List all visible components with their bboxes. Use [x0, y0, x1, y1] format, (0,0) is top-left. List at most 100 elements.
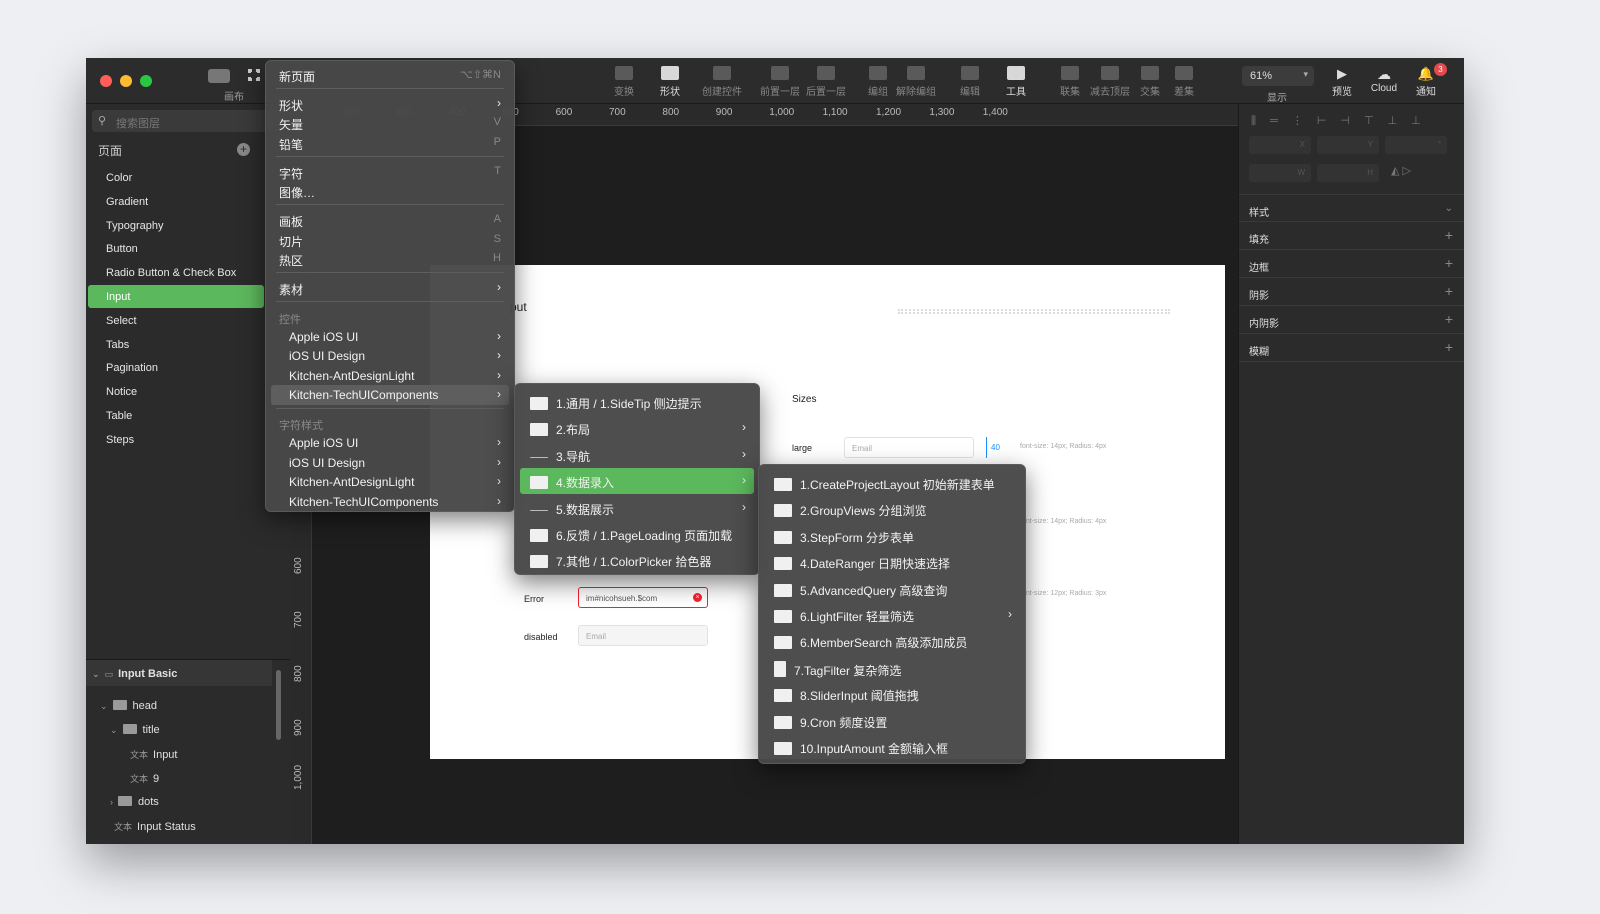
canvas-icon[interactable]	[208, 69, 230, 83]
align-toolbar[interactable]: ⫼═⋮⊢⊣⊤⊥⊥	[1251, 114, 1451, 128]
submenu-item[interactable]: 3.导航 ›	[520, 442, 754, 468]
error-label: Error	[524, 594, 544, 604]
tool-ungroup[interactable]: 解除编组	[894, 66, 938, 98]
submenu-item[interactable]: 2.布局 ›	[520, 415, 754, 441]
add-inner-shadow-icon[interactable]: +	[1445, 311, 1453, 327]
layer-text-input[interactable]: 文本 Input	[130, 748, 177, 761]
submenu-item[interactable]: 8.SliderInput 阈值拖拽	[764, 681, 1020, 707]
page-item[interactable]: Table	[88, 404, 264, 427]
tool-difference[interactable]: 差集	[1162, 66, 1206, 98]
artboard-layer[interactable]: ⌄ ▭ Input Basic	[92, 668, 177, 680]
cloud-button[interactable]: ☁ Cloud	[1362, 66, 1406, 94]
menu-control-apple-ios[interactable]: Apple iOS UI ›	[271, 327, 509, 347]
close-window-button[interactable]	[100, 75, 112, 87]
submenu-item[interactable]: 2.GroupViews 分组浏览	[764, 496, 1020, 522]
large-email-input[interactable]: Email	[844, 437, 974, 458]
submenu-item[interactable]: 5.AdvancedQuery 高级查询	[764, 576, 1020, 602]
page-item[interactable]: Typography	[88, 214, 264, 237]
layer-text-9[interactable]: 文本 9	[130, 772, 159, 785]
tool-union[interactable]: 联集	[1048, 66, 1092, 98]
add-page-icon[interactable]: +	[237, 143, 250, 156]
page-item[interactable]: Gradient	[88, 190, 264, 213]
page-item[interactable]: Notice	[88, 380, 264, 403]
blur-section[interactable]: 模糊 +	[1239, 334, 1464, 362]
layer-title[interactable]: ⌄ title	[110, 724, 160, 736]
tool-create-control[interactable]: 创建控件	[700, 66, 744, 98]
minimize-window-button[interactable]	[120, 75, 132, 87]
page-item[interactable]: Pagination	[88, 356, 264, 379]
submenu-item[interactable]: 6.反馈 / 1.PageLoading 页面加载	[520, 521, 754, 547]
tool-tools[interactable]: 工具	[994, 66, 1038, 98]
page-item[interactable]: Input	[88, 285, 264, 308]
fill-section[interactable]: 填充 +	[1239, 222, 1464, 250]
error-clear-icon[interactable]: ×	[693, 593, 702, 602]
layer-search-input[interactable]: 搜索图层	[92, 110, 280, 132]
border-section[interactable]: 边框 +	[1239, 250, 1464, 278]
h-field[interactable]: H	[1317, 164, 1379, 182]
add-fill-icon[interactable]: +	[1445, 227, 1453, 243]
menu-style-techui[interactable]: Kitchen-TechUIComponents ›	[271, 492, 509, 512]
submenu-item[interactable]: 1.通用 / 1.SideTip 侧边提示	[520, 389, 754, 415]
preview-button[interactable]: ▶ 预览	[1320, 66, 1364, 98]
y-field[interactable]: Y	[1317, 136, 1379, 154]
menu-text[interactable]: 字符 T	[271, 162, 509, 182]
error-input[interactable]: im#nicohsueh.$com	[578, 587, 708, 608]
menu-hotspot[interactable]: 热区 H	[271, 249, 509, 269]
ruler-tick-label: 1,000	[293, 764, 304, 790]
submenu-item[interactable]: 6.MemberSearch 高级添加成员	[764, 628, 1020, 654]
menu-control-antdesign[interactable]: Kitchen-AntDesignLight ›	[271, 366, 509, 386]
tool-shape[interactable]: 形状	[648, 66, 692, 98]
submenu-item[interactable]: 3.StepForm 分步表单	[764, 523, 1020, 549]
submenu-item[interactable]: 7.TagFilter 复杂筛选	[764, 655, 1020, 681]
zoom-window-button[interactable]	[140, 75, 152, 87]
submenu-item[interactable]: 5.数据展示 ›	[520, 495, 754, 521]
menu-artboard[interactable]: 画板 A	[271, 210, 509, 230]
menu-style-antdesign[interactable]: Kitchen-AntDesignLight ›	[271, 472, 509, 492]
zoom-select[interactable]: 61% ▾	[1242, 66, 1314, 86]
menu-style-ios-design[interactable]: iOS UI Design ›	[271, 453, 509, 473]
submenu-item[interactable]: 7.其他 / 1.ColorPicker 拾色器	[520, 547, 754, 573]
page-item[interactable]: Radio Button & Check Box	[88, 261, 264, 284]
tool-send-backward[interactable]: 后置一层	[804, 66, 848, 98]
menu-vector[interactable]: 矢量 V	[271, 113, 509, 133]
style-section[interactable]: 样式 ⌄	[1239, 194, 1464, 222]
add-shadow-icon[interactable]: +	[1445, 283, 1453, 299]
layer-input-status[interactable]: 文本 Input Status	[114, 820, 196, 833]
w-field[interactable]: W	[1249, 164, 1311, 182]
flip-icon[interactable]: ◭ ▷	[1391, 164, 1411, 177]
page-item[interactable]: Tabs	[88, 333, 264, 356]
submenu-item[interactable]: 4.DateRanger 日期快速选择	[764, 549, 1020, 575]
menu-assets[interactable]: 素材 ›	[271, 278, 509, 298]
submenu-item[interactable]: 9.Cron 频度设置	[764, 708, 1020, 734]
layer-dots[interactable]: › dots	[110, 796, 159, 808]
tool-bring-forward[interactable]: 前置一层	[758, 66, 802, 98]
menu-control-ios-design[interactable]: iOS UI Design ›	[271, 346, 509, 366]
page-item[interactable]: Color	[88, 166, 264, 189]
menu-shape[interactable]: 形状 ›	[271, 94, 509, 114]
x-field[interactable]: X	[1249, 136, 1311, 154]
submenu-item[interactable]: 6.LightFilter 轻量筛选 ›	[764, 602, 1020, 628]
menu-style-apple-ios[interactable]: Apple iOS UI ›	[271, 433, 509, 453]
submenu-item[interactable]: 1.CreateProjectLayout 初始新建表单	[764, 470, 1020, 496]
tool-subtract[interactable]: 减去顶层	[1088, 66, 1132, 98]
menu-slice[interactable]: 切片 S	[271, 230, 509, 250]
submenu-item[interactable]: 10.InputAmount 金额输入框	[764, 734, 1020, 760]
add-border-icon[interactable]: +	[1445, 255, 1453, 271]
menu-pencil[interactable]: 铅笔 P	[271, 133, 509, 153]
page-item[interactable]: Button	[88, 237, 264, 260]
menu-new-page[interactable]: 新页面 ⌥⇧⌘N	[271, 65, 509, 85]
page-item[interactable]: Select	[88, 309, 264, 332]
layer-scrollbar[interactable]	[276, 670, 281, 740]
menu-image[interactable]: 图像…	[271, 181, 509, 201]
tool-edit[interactable]: 编辑	[948, 66, 992, 98]
inner-shadow-section[interactable]: 内阴影 +	[1239, 306, 1464, 334]
layer-head[interactable]: ⌄ head	[100, 700, 157, 712]
submenu-item[interactable]: 4.数据录入 ›	[520, 468, 754, 495]
rotation-field[interactable]: °	[1385, 136, 1447, 154]
add-blur-icon[interactable]: +	[1445, 339, 1453, 355]
page-item[interactable]: Steps	[88, 428, 264, 451]
tool-transform[interactable]: 变换	[602, 66, 646, 98]
grid-icon[interactable]	[248, 69, 260, 81]
shadow-section[interactable]: 阴影 +	[1239, 278, 1464, 306]
menu-control-techui[interactable]: Kitchen-TechUIComponents ›	[271, 385, 509, 405]
